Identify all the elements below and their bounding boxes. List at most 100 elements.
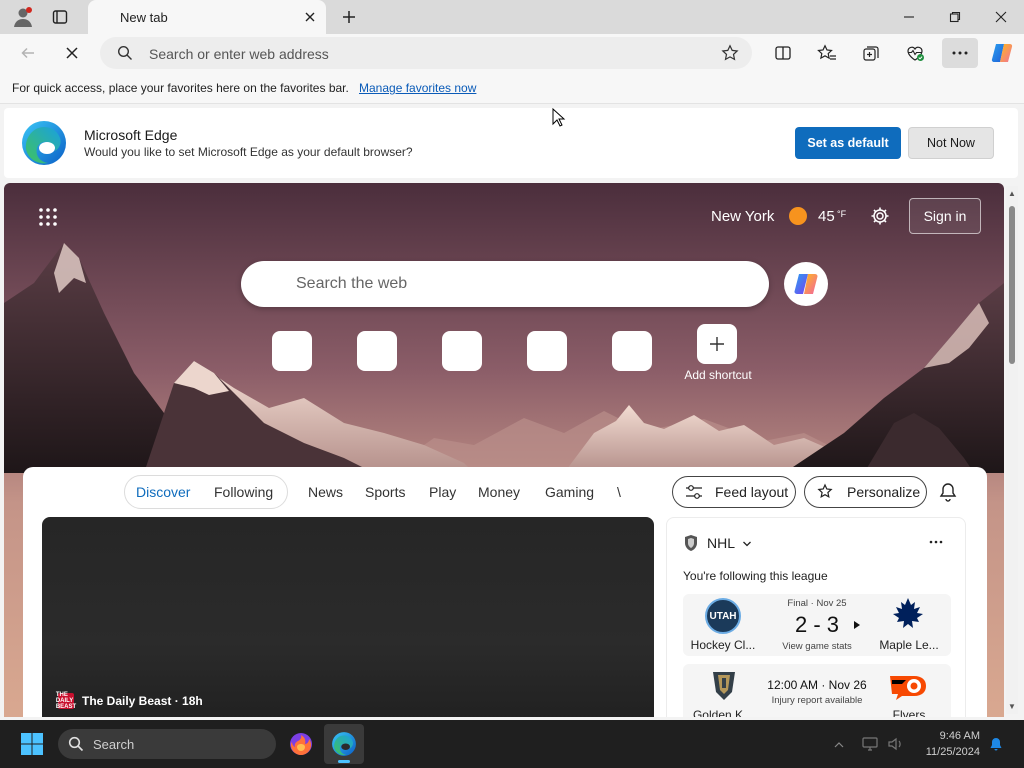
tab-new-tab[interactable]: New tab bbox=[88, 0, 326, 34]
settings-more-button[interactable] bbox=[942, 38, 978, 68]
news-feed: Discover Following News Sports Play Mone… bbox=[23, 467, 987, 717]
sun-icon bbox=[789, 207, 807, 225]
set-as-default-button[interactable]: Set as default bbox=[795, 127, 901, 159]
article-age: 18h bbox=[182, 694, 203, 708]
address-bar[interactable]: Search or enter web address bbox=[100, 37, 752, 69]
collections-icon bbox=[863, 46, 879, 61]
away-team-name: Flyers bbox=[892, 708, 926, 717]
stop-icon bbox=[66, 47, 78, 59]
new-tab-button[interactable] bbox=[336, 0, 362, 34]
search-icon bbox=[117, 45, 132, 60]
manage-favorites-link[interactable]: Manage favorites now bbox=[359, 81, 476, 95]
browser-essentials-button[interactable] bbox=[899, 38, 931, 68]
close-tab-icon[interactable] bbox=[302, 9, 318, 25]
feed-segment-control: Discover Following bbox=[124, 475, 288, 509]
tab-play[interactable]: Play bbox=[429, 484, 456, 500]
favorites-button[interactable] bbox=[811, 38, 843, 68]
tab-money[interactable]: Money bbox=[478, 484, 520, 500]
tab-sports[interactable]: Sports bbox=[365, 484, 405, 500]
chevron-up-icon[interactable] bbox=[834, 741, 844, 749]
scroll-up-arrow-icon[interactable]: ▲ bbox=[1007, 189, 1017, 198]
tab-gaming[interactable]: Gaming bbox=[545, 484, 594, 500]
game-stats-link[interactable]: View game stats bbox=[762, 641, 872, 652]
hero-article-card[interactable]: THE DAILY BEAST The Daily Beast · 18h bbox=[42, 517, 654, 717]
favorites-bar-hint: For quick access, place your favorites h… bbox=[12, 81, 349, 95]
shortcut-tile[interactable] bbox=[612, 331, 652, 371]
shortcut-tile[interactable] bbox=[272, 331, 312, 371]
add-shortcut-label: Add shortcut bbox=[684, 368, 752, 382]
copilot-button[interactable] bbox=[986, 38, 1018, 68]
weather-city[interactable]: New York bbox=[711, 208, 774, 225]
back-button[interactable] bbox=[14, 34, 42, 72]
game-card-2[interactable]: Golden K... 12:00 AM · Nov 26 Injury rep… bbox=[683, 664, 951, 717]
feed-layout-button[interactable]: Feed layout bbox=[672, 476, 796, 508]
game-time: 12:00 AM · Nov 26 bbox=[767, 678, 867, 692]
following-league-text: You're following this league bbox=[683, 569, 828, 583]
start-button[interactable] bbox=[12, 724, 52, 764]
firefox-icon bbox=[290, 733, 312, 755]
not-now-button[interactable]: Not Now bbox=[908, 127, 994, 159]
injury-report-link[interactable]: Injury report available bbox=[762, 695, 872, 706]
copilot-icon bbox=[991, 44, 1013, 62]
taskbar: Search 9:46 AM 11/25/2024 bbox=[0, 720, 1024, 768]
notification-bell-icon[interactable] bbox=[988, 736, 1004, 752]
scroll-down-arrow-icon[interactable]: ▼ bbox=[1007, 702, 1017, 711]
nhl-shield-icon bbox=[685, 535, 697, 551]
sign-in-button[interactable]: Sign in bbox=[909, 198, 981, 234]
collections-button[interactable] bbox=[855, 38, 887, 68]
edge-taskbar-button[interactable] bbox=[324, 724, 364, 764]
restore-button[interactable] bbox=[940, 0, 970, 34]
web-search-box[interactable]: Search the web bbox=[241, 261, 769, 307]
close-window-button[interactable] bbox=[986, 0, 1016, 34]
search-icon bbox=[68, 736, 84, 752]
restore-icon bbox=[949, 11, 961, 23]
taskbar-search-box[interactable]: Search bbox=[58, 729, 276, 759]
split-screen-icon bbox=[775, 46, 791, 60]
tab-actions-button[interactable] bbox=[46, 0, 74, 34]
shortcut-tile[interactable] bbox=[527, 331, 567, 371]
network-icon[interactable] bbox=[862, 737, 878, 751]
favorites-bar: For quick access, place your favorites h… bbox=[0, 72, 1024, 104]
tab-discover[interactable]: Discover bbox=[136, 484, 190, 500]
weather-temperature[interactable]: 45 bbox=[818, 208, 835, 225]
more-icon[interactable] bbox=[929, 540, 943, 544]
sparkle-star-icon bbox=[817, 483, 833, 498]
personalize-button[interactable]: Personalize bbox=[804, 476, 927, 508]
title-bar: New tab bbox=[0, 0, 1024, 34]
copilot-icon bbox=[794, 274, 818, 294]
windows-logo-icon bbox=[21, 733, 43, 755]
edge-logo-icon bbox=[332, 732, 356, 756]
winner-triangle-icon bbox=[854, 621, 860, 629]
scroll-thumb[interactable] bbox=[1009, 206, 1015, 364]
volume-icon[interactable] bbox=[888, 737, 904, 751]
league-name[interactable]: NHL bbox=[707, 535, 735, 551]
profile-button[interactable] bbox=[8, 0, 38, 34]
split-screen-button[interactable] bbox=[767, 38, 799, 68]
tab-news[interactable]: News bbox=[308, 484, 343, 500]
copilot-search-button[interactable] bbox=[784, 262, 828, 306]
page-scrollbar[interactable]: ▲ ▼ bbox=[1006, 186, 1018, 714]
address-placeholder: Search or enter web address bbox=[149, 46, 329, 62]
tab-truncated[interactable]: \ bbox=[617, 484, 621, 500]
apps-grid-icon[interactable] bbox=[38, 207, 58, 227]
stop-loading-button[interactable] bbox=[58, 34, 86, 72]
gear-icon[interactable] bbox=[870, 206, 890, 226]
daily-beast-logo-icon: THE DAILY BEAST bbox=[55, 692, 77, 710]
shortcut-tile[interactable] bbox=[442, 331, 482, 371]
edge-logo-icon bbox=[22, 121, 66, 165]
tab-following[interactable]: Following bbox=[214, 484, 273, 500]
add-shortcut-button[interactable] bbox=[697, 324, 737, 364]
game-card-1[interactable]: UTAH Hockey Cl... Final · Nov 25 2 - 3 V… bbox=[683, 594, 951, 656]
home-team-name: Hockey Cl... bbox=[690, 638, 756, 652]
mouse-cursor-icon bbox=[552, 108, 566, 127]
shortcut-tile[interactable] bbox=[357, 331, 397, 371]
home-team-name: Golden K... bbox=[692, 708, 754, 717]
bell-icon[interactable] bbox=[937, 481, 959, 503]
golden-knights-logo-icon bbox=[713, 672, 735, 700]
minimize-button[interactable] bbox=[894, 0, 924, 34]
star-icon[interactable] bbox=[721, 44, 739, 62]
system-clock[interactable]: 9:46 AM 11/25/2024 bbox=[910, 728, 980, 760]
chevron-down-icon[interactable] bbox=[742, 539, 752, 549]
firefox-taskbar-button[interactable] bbox=[281, 724, 321, 764]
close-icon bbox=[995, 11, 1007, 23]
